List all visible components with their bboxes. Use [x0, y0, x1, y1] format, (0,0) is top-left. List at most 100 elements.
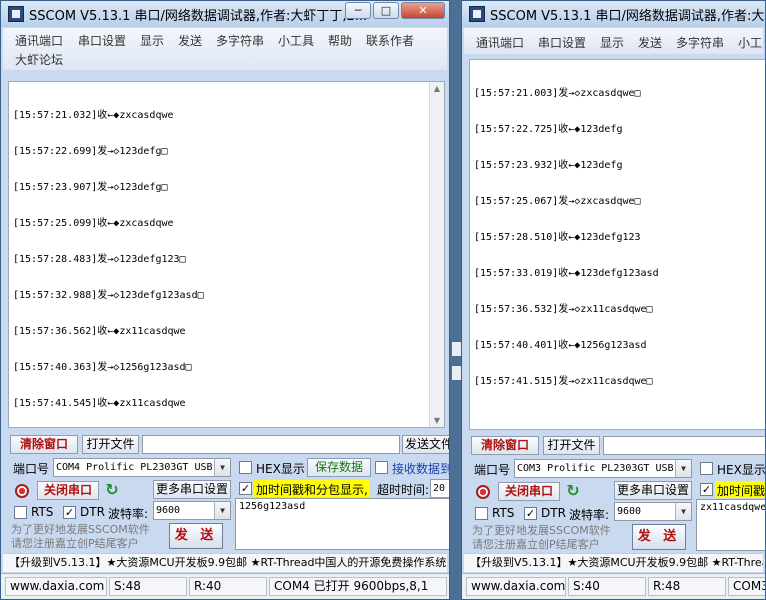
clear-window-button[interactable]: 清除窗口: [10, 435, 78, 454]
log-line: [15:57:33.019]收←◆123defg123asd: [474, 268, 659, 279]
close-port-button[interactable]: 关闭串口: [498, 482, 560, 501]
menu-serial-settings[interactable]: 串口设置: [538, 34, 586, 51]
news-ticker[interactable]: 【升级到V5.13.1】★大资源MCU开发板9.9包邮 ★RT-Thread中国…: [464, 553, 763, 572]
scroll-up-icon[interactable]: ▲: [432, 84, 442, 93]
window-title: SSCOM V5.13.1 串口/网络数据调试器,作者:大虾丁: [490, 9, 766, 24]
title-bar[interactable]: SSCOM V5.13.1 串口/网络数据调试器,作者:大虾丁: [462, 1, 765, 27]
menu-send[interactable]: 发送: [178, 32, 202, 49]
close-window-button[interactable]: ✕: [401, 2, 445, 19]
status-website-link[interactable]: www.daxia.com: [5, 577, 107, 596]
menu-display[interactable]: 显示: [600, 34, 624, 51]
open-file-button[interactable]: 打开文件: [82, 435, 139, 454]
status-website-link[interactable]: www.daxia.com: [466, 577, 566, 596]
receive-log: [15:57:21.003]发→◇zxcasdqwe□ [15:57:22.72…: [474, 64, 659, 412]
menu-help[interactable]: 帮助: [328, 32, 352, 49]
save-data-button[interactable]: 保存数据: [307, 458, 371, 477]
log-line: [15:57:22.699]发→◇123defg□: [13, 146, 168, 157]
timestamp-label: 加时间戳和分包显示,: [256, 483, 368, 497]
open-file-button[interactable]: 打开文件: [543, 436, 600, 455]
dtr-label: DTR: [80, 505, 105, 519]
chevron-down-icon[interactable]: ▼: [214, 459, 230, 476]
dtr-checkbox[interactable]: ✓: [524, 507, 537, 520]
maximize-button[interactable]: □: [373, 2, 399, 19]
ad-line-1: 为了更好地发展SSCOM软件: [472, 524, 611, 537]
port-select-value: COM3 Prolific PL2303GT USB: [517, 463, 674, 474]
receive-area[interactable]: [15:57:21.032]收←◆zxcasdqwe [15:57:22.699…: [8, 81, 445, 428]
close-port-button[interactable]: 关闭串口: [37, 481, 99, 500]
port-select[interactable]: COM3 Prolific PL2303GT USB ▼: [514, 459, 692, 478]
port-label: 端口号: [474, 463, 511, 477]
status-received-count: R:40: [189, 577, 267, 596]
menu-tools[interactable]: 小工具: [278, 32, 314, 49]
timestamp-label: 加时间戳: [717, 484, 766, 498]
baud-rate-label: 波特率:: [108, 507, 149, 521]
menu-contact-author[interactable]: 联系作者: [366, 32, 414, 49]
background-window-fragment: [452, 342, 461, 356]
hex-display-checkbox[interactable]: [239, 461, 252, 474]
sscom-window-left: SSCOM V5.13.1 串口/网络数据调试器,作者:大虾丁丁,2... ─ …: [0, 0, 450, 600]
app-icon: [8, 6, 24, 22]
menu-send[interactable]: 发送: [638, 34, 662, 51]
scroll-down-icon[interactable]: ▼: [432, 416, 442, 425]
menu-comm-port[interactable]: 通讯端口: [15, 32, 63, 49]
status-sent-count: S:40: [568, 577, 646, 596]
chevron-down-icon[interactable]: ▼: [675, 503, 691, 520]
send-text-input[interactable]: zx11casdqwe: [696, 499, 765, 551]
timeout-input[interactable]: 20: [430, 479, 449, 498]
title-bar[interactable]: SSCOM V5.13.1 串口/网络数据调试器,作者:大虾丁丁,2... ─ …: [1, 1, 449, 27]
menu-bar: 通讯端口 串口设置 显示 发送 多字符串 小工具 帮助 联系作者 大虾论坛: [3, 28, 447, 70]
log-line: [15:57:41.515]发→◇zx11casdqwe□: [474, 376, 653, 387]
rts-checkbox[interactable]: [475, 507, 488, 520]
baud-rate-value: 9600: [156, 505, 181, 516]
send-text-input[interactable]: 1256g123asd: [235, 498, 449, 550]
send-button[interactable]: 发 送: [632, 524, 686, 550]
timestamp-checkbox[interactable]: ✓: [239, 482, 252, 495]
log-line: [15:57:36.532]发→◇zx11casdqwe□: [474, 304, 653, 315]
refresh-icon[interactable]: ↻: [565, 483, 581, 499]
more-serial-settings-button[interactable]: 更多串口设置: [153, 480, 231, 499]
log-line: [15:57:21.032]收←◆zxcasdqwe: [13, 110, 174, 121]
baud-rate-select[interactable]: 9600 ▼: [153, 501, 231, 520]
window-title: SSCOM V5.13.1 串口/网络数据调试器,作者:大虾丁丁,2...: [29, 9, 368, 24]
dtr-checkbox[interactable]: ✓: [63, 506, 76, 519]
log-line: [15:57:22.725]收←◆123defg: [474, 124, 623, 135]
file-path-input[interactable]: [603, 436, 765, 455]
file-path-input[interactable]: [142, 435, 400, 454]
log-line: [15:57:23.907]发→◇123defg□: [13, 182, 168, 193]
log-line: [15:57:32.988]发→◇123defg123asd□: [13, 290, 204, 301]
ad-line-2: 请您注册嘉立创P结尾客户: [11, 537, 139, 550]
chevron-down-icon[interactable]: ▼: [214, 502, 230, 519]
news-ticker[interactable]: 【升级到V5.13.1】★大资源MCU开发板9.9包邮 ★RT-Thread中国…: [3, 553, 447, 572]
menu-tools[interactable]: 小工: [738, 34, 762, 51]
baud-rate-value: 9600: [617, 506, 642, 517]
ad-line-1: 为了更好地发展SSCOM软件: [11, 523, 150, 536]
clear-window-button[interactable]: 清除窗口: [471, 436, 539, 455]
send-button[interactable]: 发 送: [169, 523, 223, 549]
baud-rate-select[interactable]: 9600 ▼: [614, 502, 692, 521]
recv-to-file-checkbox[interactable]: [375, 461, 388, 474]
receive-area[interactable]: [15:57:21.003]发→◇zxcasdqwe□ [15:57:22.72…: [469, 59, 765, 430]
hex-display-checkbox[interactable]: [700, 462, 713, 475]
port-select[interactable]: COM4 Prolific PL2303GT USB ▼: [53, 458, 231, 477]
menu-bar: 通讯端口 串口设置 显示 发送 多字符串 小工: [464, 28, 763, 54]
refresh-icon[interactable]: ↻: [104, 482, 120, 498]
log-line: [15:57:23.932]收←◆123defg: [474, 160, 623, 171]
minimize-button[interactable]: ─: [345, 2, 371, 19]
rts-checkbox[interactable]: [14, 506, 27, 519]
ad-line-2: 请您注册嘉立创P结尾客户: [472, 538, 600, 551]
chevron-down-icon[interactable]: ▼: [675, 460, 691, 477]
status-port-info: COM3: [728, 577, 765, 596]
send-file-button[interactable]: 发送文件: [402, 435, 449, 454]
recv-to-file-label: 接收数据到: [392, 462, 450, 476]
menu-multi-string[interactable]: 多字符串: [676, 34, 724, 51]
receive-log: [15:57:21.032]收←◆zxcasdqwe [15:57:22.699…: [13, 86, 204, 434]
vertical-scrollbar[interactable]: ▲ ▼: [429, 82, 444, 427]
menu-forum[interactable]: 大虾论坛: [15, 51, 63, 68]
menu-multi-string[interactable]: 多字符串: [216, 32, 264, 49]
app-icon: [469, 6, 485, 22]
menu-display[interactable]: 显示: [140, 32, 164, 49]
more-serial-settings-button[interactable]: 更多串口设置: [614, 481, 692, 500]
menu-serial-settings[interactable]: 串口设置: [78, 32, 126, 49]
timestamp-checkbox[interactable]: ✓: [700, 483, 713, 496]
menu-comm-port[interactable]: 通讯端口: [476, 34, 524, 51]
